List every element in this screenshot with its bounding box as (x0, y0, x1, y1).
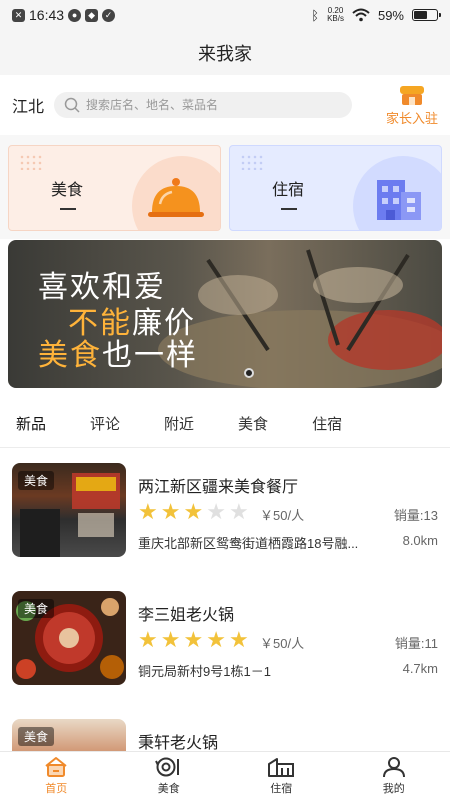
close-notification-icon: ✕ (12, 8, 25, 22)
category-tag: 美食 (18, 471, 55, 490)
wifi-icon (352, 8, 370, 22)
listing-thumbnail: 美食 (12, 463, 126, 557)
listing-price: ￥50/人 (260, 636, 305, 651)
list-item[interactable]: 美食 秉轩老火锅 (0, 705, 450, 751)
user-icon (382, 757, 405, 778)
listing-address: 重庆北部新区鸳鸯街道栖霞路18号融... (138, 536, 359, 551)
status-time: 16:43 (29, 7, 65, 23)
nav-home[interactable]: 首页 (0, 752, 113, 800)
host-join-button[interactable]: 家长入驻 (386, 84, 438, 127)
listing-sales: 销量:11 (394, 636, 438, 651)
app-notification-icon-2: ◆ (85, 8, 99, 22)
listing-address: 铜元局新村9号1栋1－1 (138, 664, 271, 679)
battery-icon (412, 9, 441, 21)
banner-highlight: 美食 (38, 338, 102, 373)
nav-label: 首页 (45, 783, 68, 795)
listing-sales: 销量:13 (393, 508, 438, 523)
star-filled-icon: ★ (228, 627, 249, 652)
content-tabs: 新品 评论 附近 美食 住宿 (0, 400, 450, 448)
star-filled-icon: ★ (138, 499, 158, 524)
category-underline (60, 208, 76, 210)
banner-indicator-dot[interactable] (244, 368, 254, 378)
status-bar: ✕ 16:43 ● ◆ ✓ ᛒ 0.20 KB/s 59% (0, 0, 450, 30)
rating-stars: ★ ★ ★ ★ ★ (138, 629, 249, 651)
city-selector[interactable]: 江北 (12, 93, 44, 117)
food-cover-icon (148, 178, 204, 217)
search-input[interactable] (86, 98, 327, 112)
star-empty-icon: ★ (206, 499, 226, 524)
listing-distance: 8.0km (402, 533, 438, 548)
nav-label: 美食 (157, 783, 180, 795)
star-filled-icon: ★ (138, 627, 158, 652)
banner-line-3: 美食也一样 (38, 330, 198, 374)
nav-label: 我的 (382, 783, 405, 795)
list-item[interactable]: 美食 李三姐老火锅 ★ ★ ★ ★ ★ ￥50/人 销量:11 铜元局新村9号1栋1－1… (0, 577, 450, 705)
listing-name: 李三姐老火锅 (138, 607, 235, 624)
listing-name: 两江新区疆来美食餐厅 (138, 479, 299, 496)
category-underline (281, 208, 297, 210)
decor-dots (240, 154, 264, 170)
nav-profile[interactable]: 我的 (338, 752, 450, 800)
star-filled-icon: ★ (183, 499, 204, 524)
building-icon (377, 180, 421, 220)
bluetooth-icon: ᛒ (311, 7, 320, 23)
shop-icon (399, 85, 424, 105)
decor-dots (19, 154, 43, 170)
category-food-card[interactable]: 美食 (8, 145, 221, 231)
search-row: 江北 家长入驻 (0, 75, 450, 135)
listing-thumbnail: 美食 (12, 719, 126, 751)
nav-stay[interactable]: 住宿 (225, 752, 338, 800)
listing-list: 美食 两江新区疆来美食餐厅 ★ ★ ★ ★ ★ ￥50/人 销量:13 重庆北部新区鸳鸯… (0, 449, 450, 751)
check-notification-icon: ✓ (102, 8, 116, 22)
category-stay-card[interactable]: 住宿 (229, 145, 442, 231)
food-icon (154, 757, 179, 777)
list-item[interactable]: 美食 两江新区疆来美食餐厅 ★ ★ ★ ★ ★ ￥50/人 销量:13 重庆北部新区鸳鸯… (0, 449, 450, 577)
category-tag: 美食 (18, 727, 55, 746)
star-filled-icon: ★ (183, 627, 204, 652)
tab-stay[interactable]: 住宿 (308, 407, 346, 440)
app-notification-icon: ● (68, 8, 82, 22)
rating-stars: ★ ★ ★ ★ ★ (138, 501, 249, 523)
tab-food[interactable]: 美食 (234, 407, 272, 440)
nav-label: 住宿 (270, 783, 293, 795)
bottom-nav: 首页 美食 住宿 我的 (0, 751, 450, 800)
listing-name: 秉轩老火锅 (138, 735, 219, 751)
banner-text: 也一样 (102, 338, 198, 373)
category-tag: 美食 (18, 599, 55, 618)
home-icon (45, 757, 67, 777)
listing-price: ￥50/人 (260, 508, 305, 523)
tab-new[interactable]: 新品 (12, 407, 50, 440)
app-header: 来我家 (0, 30, 450, 75)
star-filled-icon: ★ (206, 627, 226, 652)
building-icon (268, 758, 295, 777)
page-title: 来我家 (198, 43, 252, 64)
battery-percent: 59% (377, 7, 404, 23)
promo-banner[interactable]: 喜欢和爱 不能廉价 美食也一样 (8, 240, 442, 388)
star-filled-icon: ★ (160, 499, 181, 524)
nav-food[interactable]: 美食 (113, 752, 226, 800)
battery-level (414, 11, 427, 19)
net-speed: 0.20 KB/s (327, 6, 344, 23)
listing-distance: 4.7km (402, 661, 438, 676)
host-join-label: 家长入驻 (385, 110, 438, 126)
tab-reviews[interactable]: 评论 (86, 407, 124, 440)
category-cards: 美食 住宿 (0, 135, 450, 239)
star-filled-icon: ★ (160, 627, 181, 652)
search-icon (64, 97, 80, 113)
search-bar[interactable] (54, 92, 353, 118)
tab-nearby[interactable]: 附近 (160, 407, 198, 440)
listing-thumbnail: 美食 (12, 591, 126, 685)
star-empty-icon: ★ (228, 499, 249, 524)
